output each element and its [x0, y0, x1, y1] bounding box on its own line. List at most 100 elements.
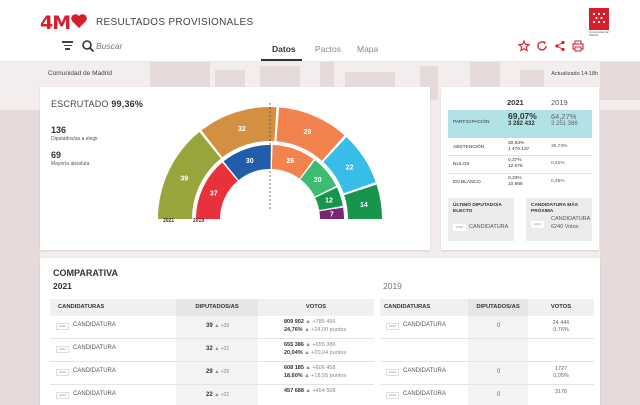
- pct-change: +24,00 puntos: [311, 326, 347, 333]
- candidatura-name: CANDIDATURA: [403, 391, 446, 397]
- votos-value: 809 902 ▲ +785 456 24,76% ▲ +24,00 punto…: [284, 319, 347, 333]
- pct: 18,60%: [284, 372, 303, 379]
- table-row-2019[interactable]: LOGO CANDIDATURA 0 24 446 0,76%: [380, 316, 594, 339]
- search-input[interactable]: [96, 39, 216, 53]
- updated-time: Actualizado 14:18h: [551, 71, 598, 77]
- votos-value: 608 185 ▲ +606 458 18,60% ▲ +18,55 punto…: [284, 365, 347, 379]
- seats: 39: [206, 323, 213, 329]
- nulos-num-2021: 12 075: [508, 164, 523, 169]
- star-icon[interactable]: [518, 40, 530, 52]
- region-label: Comunidad de Madrid: [48, 70, 112, 77]
- tab-mapa[interactable]: Mapa: [357, 44, 378, 54]
- blanco-label: EN BLANCO: [453, 180, 481, 185]
- seat-label-2021-0: 39: [180, 176, 188, 183]
- table-row[interactable]: LOGO CANDIDATURA 39 ▲ +39 809 902 ▲ +785…: [50, 316, 374, 339]
- participation-num-2021: 3 282 432: [508, 121, 535, 127]
- abstencion-num-2021: 1 470 137: [508, 147, 530, 152]
- seat-label-2021-4: 14: [360, 202, 368, 209]
- ultimo-candidatura: CANDIDATURA: [469, 224, 509, 230]
- print-icon[interactable]: [572, 40, 584, 52]
- votes-change: +655 386: [312, 342, 336, 348]
- votes: 608 185: [284, 365, 304, 371]
- brand-heart-icon: [71, 14, 87, 28]
- party-logo: LOGO: [386, 369, 399, 376]
- candidatura-name: CANDIDATURA: [403, 368, 446, 374]
- table-row-2019[interactable]: LOGO CANDIDATURA 0 1727 0,05%: [380, 362, 594, 385]
- comunidad-madrid-logo: [589, 8, 609, 30]
- party-logo: LOGO: [56, 392, 69, 399]
- votos-value: 1727 0,05%: [528, 366, 594, 380]
- table-row[interactable]: LOGO CANDIDATURA 32 ▲ +32 655 386 ▲ +655…: [50, 339, 374, 362]
- seats-change: +39: [220, 323, 230, 329]
- header-votos-2019: VOTOS: [528, 299, 594, 316]
- seats-change: +32: [220, 346, 230, 352]
- year-label-2019: 2019: [193, 218, 205, 224]
- seat-label-2019-4: 12: [325, 198, 333, 205]
- participation-year-2019: 2019: [551, 98, 568, 107]
- party-logo: LOGO: [56, 346, 69, 353]
- site-title: RESULTADOS PROVISIONALES: [96, 17, 254, 28]
- pct-change: +20,04 puntos: [311, 349, 347, 356]
- seats-change: +29: [220, 369, 230, 375]
- escrutado-text: ESCRUTADO: [51, 99, 109, 109]
- proxima-title: CANDIDATURA MÁS PRÓXIMA: [531, 203, 578, 214]
- tab-datos[interactable]: Datos: [272, 44, 296, 54]
- brand-logo[interactable]: 4M: [40, 12, 71, 34]
- proxima-logo: LOGO: [531, 221, 544, 228]
- diputados-value: 32 ▲ +32: [206, 346, 230, 352]
- diputados-value: 0: [497, 369, 501, 375]
- participation-pct-2019: 64,27%: [551, 112, 577, 121]
- seat-label-2021-1: 32: [238, 126, 246, 133]
- majority-value: 69: [51, 150, 62, 160]
- active-tab-indicator: [261, 59, 302, 61]
- abstencion-label: ABSTENCIÓN: [453, 145, 485, 150]
- votos-value: 655 386 ▲ +655 386 20,04% ▲ +20,04 punto…: [284, 342, 347, 356]
- hemicycle-chart: 39 32 29 22 14 37 30 26 20 12 7: [158, 103, 382, 219]
- comparativa-card: COMPARATIVA 2021 2019 CANDIDATURAS DIPUT…: [40, 258, 600, 405]
- pct: 20,04%: [284, 349, 303, 356]
- ultimo-logo: LOGO: [453, 224, 466, 231]
- votes-change: +785 456: [312, 319, 336, 325]
- ultimo-diputado-box[interactable]: ÚLTIMO DIPUTADO/A ELECTO LOGO CANDIDATUR…: [448, 198, 514, 241]
- table-row-2019[interactable]: LOGO CANDIDATURA 0 3178: [380, 385, 594, 405]
- pct-change: +18,55 puntos: [311, 372, 347, 379]
- votes: 809 902: [284, 319, 304, 325]
- comunidad-madrid-logo-text: Comunidad de Madrid: [589, 30, 609, 37]
- participation-year-2021: 2021: [507, 98, 524, 107]
- top-header: 4M RESULTADOS PROVISIONALES Comunidad de…: [0, 0, 640, 62]
- escrutado-label: ESCRUTADO 99,36%: [51, 99, 143, 109]
- party-logo: LOGO: [386, 392, 399, 399]
- header-votos-2021: VOTOS: [258, 299, 374, 316]
- nulos-2021: 0,37% 12 075: [508, 158, 523, 170]
- participation-label: PARTICIPACIÓN: [453, 120, 490, 125]
- table-row-2019: [380, 339, 594, 362]
- abstencion-pct-2019: 35,73%: [551, 144, 568, 149]
- menu-icon[interactable]: [62, 41, 73, 50]
- seat-label-2021-3: 22: [346, 165, 354, 172]
- table-row[interactable]: LOGO CANDIDATURA 29 ▲ +29 608 185 ▲ +606…: [50, 362, 374, 385]
- divider: [448, 173, 592, 174]
- header-candidaturas-2021: CANDIDATURAS: [50, 299, 176, 316]
- seat-label-2019-2: 26: [286, 158, 294, 165]
- abstencion-2021: 30,93% 1 470 137: [508, 141, 529, 153]
- candidatura-name: CANDIDATURA: [73, 391, 116, 397]
- party-logo: LOGO: [386, 323, 399, 330]
- refresh-icon[interactable]: [536, 40, 548, 52]
- search-icon[interactable]: [81, 39, 95, 53]
- header-candidaturas-2019: CANDIDATURAS: [380, 299, 468, 316]
- votos-value: 24 446 0,76%: [528, 320, 594, 334]
- votos-value: 457 688 ▲ +454 508: [284, 388, 336, 394]
- participation-2021: 69,07% 3 282 432: [508, 112, 537, 128]
- votos-value: 3178: [528, 389, 594, 396]
- candidatura-proxima-box[interactable]: CANDIDATURA MÁS PRÓXIMA LOGO CANDIDATURA…: [526, 198, 592, 241]
- proxima-votes: 6240 Votos: [551, 224, 579, 230]
- seats-total-label: Diputados/as a elegir: [51, 136, 98, 142]
- stars-icon: [592, 12, 606, 24]
- seats: 29: [206, 369, 213, 375]
- tab-pactos[interactable]: Pactos: [315, 44, 341, 54]
- comparativa-year-2021: 2021: [53, 281, 72, 291]
- candidatura-name: CANDIDATURA: [73, 368, 116, 374]
- table-row[interactable]: LOGO CANDIDATURA 22 ▲ +22 457 688 ▲ +454…: [50, 385, 374, 405]
- share-icon[interactable]: [554, 40, 566, 52]
- diputados-value: 22 ▲ +22: [206, 392, 230, 398]
